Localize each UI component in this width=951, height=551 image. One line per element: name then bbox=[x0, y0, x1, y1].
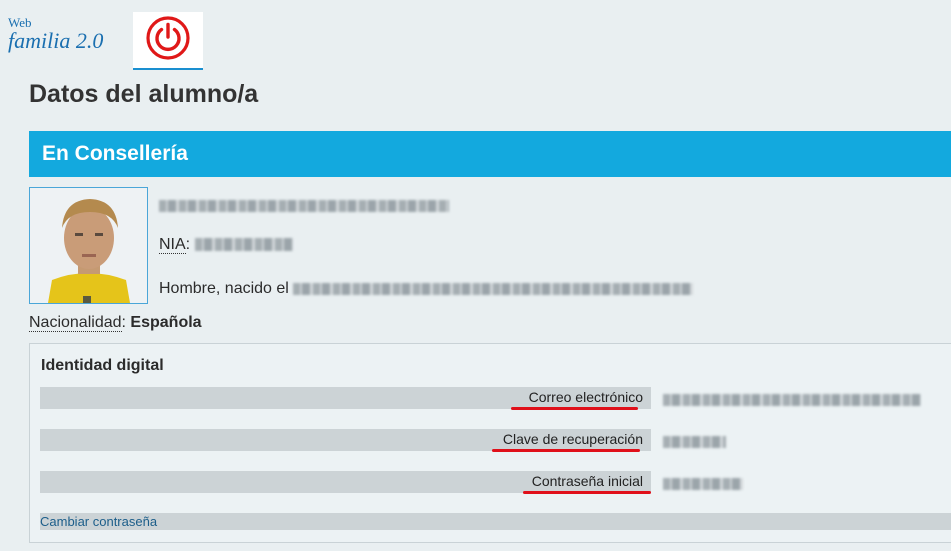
section-header: En Consellería bbox=[29, 131, 951, 177]
initial-password-label: Contraseña inicial bbox=[531, 473, 643, 489]
redacted-birth bbox=[293, 282, 694, 295]
power-icon bbox=[146, 16, 190, 60]
nia-row: NIA: bbox=[159, 236, 293, 254]
initial-password-value-redacted bbox=[663, 475, 743, 493]
redacted-text bbox=[663, 435, 726, 448]
identity-panel: Identidad digital Correo electrónico Cla… bbox=[29, 343, 951, 543]
page: Web familia 2.0 Datos del alumno/a En Co… bbox=[0, 0, 951, 551]
redacted-text bbox=[159, 199, 449, 212]
nationality-value: Española bbox=[130, 314, 202, 331]
nia-label: NIA bbox=[159, 236, 186, 254]
nationality-row: Nacionalidad: Española bbox=[29, 314, 202, 332]
student-photo-image bbox=[30, 188, 147, 303]
identity-title: Identidad digital bbox=[41, 357, 164, 374]
brand-logo: Web familia 2.0 bbox=[8, 16, 103, 53]
identity-row-initial-password: Contraseña inicial bbox=[40, 471, 651, 493]
change-password-link[interactable]: Cambiar contraseña bbox=[40, 513, 951, 530]
redacted-text bbox=[663, 477, 743, 490]
highlight-underline bbox=[492, 449, 640, 452]
recovery-label: Clave de recuperación bbox=[502, 431, 643, 447]
student-photo bbox=[29, 187, 148, 304]
birth-row: Hombre, nacido el bbox=[159, 280, 694, 298]
highlight-underline bbox=[523, 491, 651, 494]
recovery-value-redacted bbox=[663, 433, 726, 451]
email-label: Correo electrónico bbox=[528, 389, 643, 405]
email-value-redacted bbox=[663, 391, 921, 409]
nationality-label: Nacionalidad bbox=[29, 314, 122, 332]
redacted-text bbox=[663, 393, 921, 406]
logout-button[interactable] bbox=[133, 12, 203, 70]
birth-text: Hombre, nacido el bbox=[159, 280, 289, 297]
page-title: Datos del alumno/a bbox=[29, 80, 259, 108]
student-name-redacted bbox=[159, 197, 449, 215]
highlight-underline bbox=[511, 407, 638, 410]
redacted-nia bbox=[194, 238, 293, 252]
brand-main-text: familia 2.0 bbox=[8, 28, 104, 53]
identity-row-email: Correo electrónico bbox=[40, 387, 651, 409]
nia-colon: : bbox=[185, 236, 191, 253]
identity-row-recovery: Clave de recuperación bbox=[40, 429, 651, 451]
